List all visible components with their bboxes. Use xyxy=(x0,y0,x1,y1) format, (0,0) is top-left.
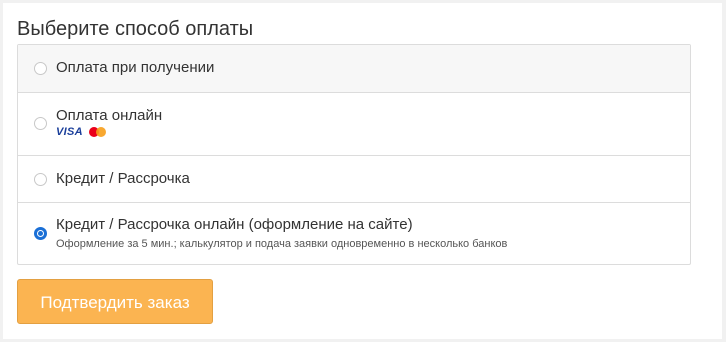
option-label: Оплата при получении xyxy=(56,59,215,76)
confirm-order-button[interactable]: Подтвердить заказ xyxy=(17,279,213,324)
card-logos: VISA xyxy=(56,126,108,138)
option-label: Кредит / Рассрочка xyxy=(56,170,190,187)
visa-icon: VISA xyxy=(56,126,83,138)
radio-cash-on-delivery[interactable] xyxy=(34,62,47,75)
page-title: Выберите способ оплаты xyxy=(17,18,254,40)
payment-panel: Выберите способ оплаты Оплата при получе… xyxy=(3,3,722,339)
payment-option-cash-on-delivery[interactable]: Оплата при получении xyxy=(18,45,690,92)
payment-option-credit-online[interactable]: Кредит / Рассрочка онлайн (оформление на… xyxy=(18,202,690,264)
option-label: Оплата онлайн xyxy=(56,107,163,124)
mastercard-icon xyxy=(88,126,108,138)
payment-options-list: Оплата при получении Оплата онлайн VISA … xyxy=(17,44,691,265)
option-label: Кредит / Рассрочка онлайн (оформление на… xyxy=(56,216,413,233)
payment-option-credit[interactable]: Кредит / Рассрочка xyxy=(18,155,690,202)
radio-credit[interactable] xyxy=(34,173,47,186)
payment-option-online[interactable]: Оплата онлайн VISA xyxy=(18,92,690,155)
option-description: Оформление за 5 мин.; калькулятор и пода… xyxy=(56,238,508,250)
radio-online[interactable] xyxy=(34,117,47,130)
radio-credit-online[interactable] xyxy=(34,227,47,240)
